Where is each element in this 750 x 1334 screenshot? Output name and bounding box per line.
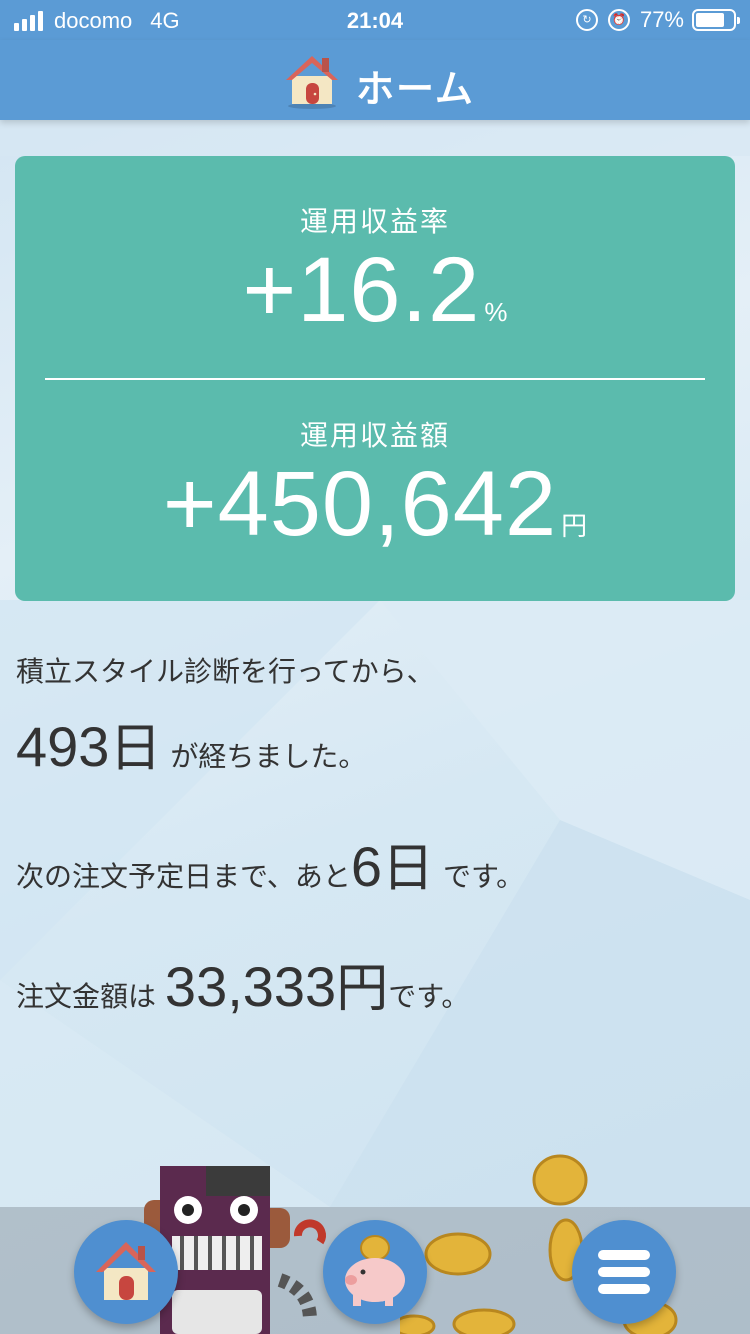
- card-divider: [45, 378, 705, 380]
- next-order-suffix: です。: [442, 860, 525, 893]
- elapsed-days-unit: 日: [109, 719, 162, 779]
- piggy-bank-icon: [345, 1235, 405, 1306]
- order-amount-value: 33,333: [164, 955, 337, 1018]
- return-amount: +450,642 円: [15, 452, 735, 557]
- battery-icon: [692, 9, 740, 31]
- menu-tab-button[interactable]: [572, 1220, 676, 1324]
- order-amount-unit: 円: [336, 959, 389, 1019]
- header-bar: ホーム: [0, 40, 750, 120]
- savings-tab-button[interactable]: [323, 1220, 427, 1324]
- next-order-info: 次の注文予定日まで、あと6日 です。: [16, 826, 524, 901]
- next-order-days: 6: [350, 835, 383, 898]
- return-rate: +16.2%: [15, 238, 735, 343]
- order-amount-prefix: 注文金額は: [16, 980, 157, 1013]
- home-tab-button[interactable]: [74, 1220, 178, 1324]
- house-icon: [96, 1242, 156, 1300]
- next-order-days-unit: 日: [382, 839, 435, 899]
- rotation-lock-icon: ↻: [575, 9, 598, 31]
- diagnosis-line: 積立スタイル診断を行ってから、: [16, 655, 435, 688]
- return-amount-unit: 円: [561, 511, 588, 541]
- menu-icon: [598, 1250, 650, 1294]
- page-title: ホーム: [356, 67, 475, 111]
- order-amount-suffix: です。: [388, 980, 470, 1013]
- battery-percent: 77%: [639, 7, 684, 32]
- status-bar: docomo 4G 21:04 ↻ ⏰ 77%: [0, 0, 750, 40]
- alarm-icon: ⏰: [607, 9, 630, 31]
- next-order-prefix: 次の注文予定日まで、あと: [16, 860, 351, 893]
- order-amount-info: 注文金額は 33,333円です。: [16, 946, 469, 1021]
- elapsed-days-suffix: が経ちました。: [170, 740, 367, 773]
- return-amount-label: 運用収益額: [299, 419, 450, 452]
- elapsed-days: 493日 が経ちました。: [16, 706, 366, 781]
- return-rate-unit: %: [484, 297, 508, 327]
- house-icon: [286, 56, 338, 109]
- summary-card: 運用収益率 +16.2% 運用収益額 +450,642 円: [15, 156, 735, 601]
- elapsed-days-number: 493: [16, 715, 110, 778]
- return-rate-value: +16.2: [242, 239, 481, 341]
- return-amount-value: +450,642: [162, 453, 558, 555]
- return-rate-label: 運用収益率: [299, 205, 450, 238]
